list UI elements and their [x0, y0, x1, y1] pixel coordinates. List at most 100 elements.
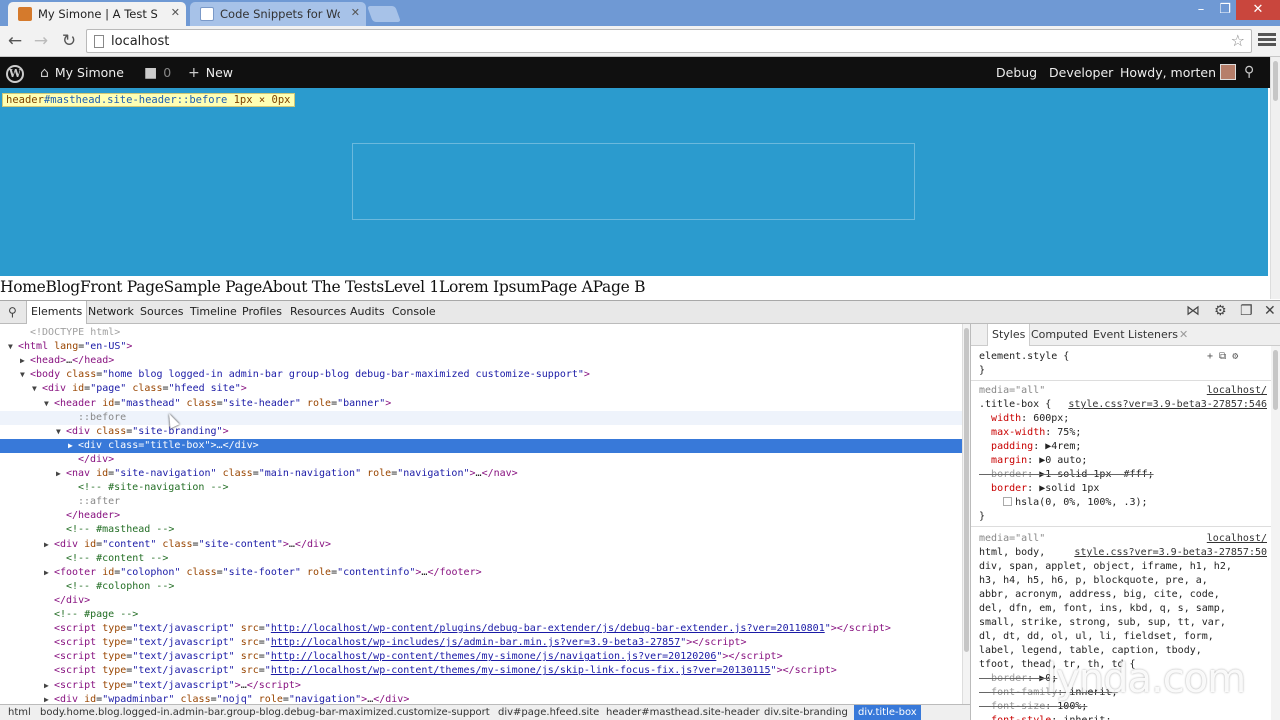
close-icon[interactable]: ✕: [171, 6, 180, 19]
dom-node[interactable]: </div>: [0, 594, 962, 608]
admin-bar-account[interactable]: Howdy, morten: [1120, 57, 1237, 88]
breadcrumb-item[interactable]: html: [4, 705, 35, 720]
elements-scrollbar[interactable]: [962, 324, 970, 704]
site-nav-item[interactable]: Home: [0, 278, 46, 296]
site-nav-item[interactable]: Page B: [593, 278, 646, 296]
elements-tree[interactable]: <!DOCTYPE html> ▼ <html lang="en-US"> ▶ <hea…: [0, 324, 962, 704]
dom-node[interactable]: <!-- #content -->: [0, 552, 962, 566]
undock-icon[interactable]: ❐: [1240, 303, 1253, 319]
expand-triangle-icon[interactable]: ▶: [68, 439, 78, 453]
tab-network[interactable]: Network: [84, 301, 138, 324]
site-nav-item[interactable]: Sample Page: [164, 278, 263, 296]
breadcrumb-item[interactable]: div.site-branding: [760, 705, 852, 720]
dom-node[interactable]: <!DOCTYPE html>: [0, 326, 962, 340]
search-icon[interactable]: ⚲: [1244, 57, 1254, 88]
admin-bar-developer[interactable]: Developer: [1049, 57, 1113, 88]
tab-profiles[interactable]: Profiles: [238, 301, 286, 324]
tab-timeline[interactable]: Timeline: [186, 301, 241, 324]
forward-arrow-icon[interactable]: →: [30, 30, 52, 52]
dom-node[interactable]: ▼ <body class="home blog logged-in admin-…: [0, 368, 962, 382]
inspect-search-icon[interactable]: ⚲: [8, 305, 17, 319]
close-icon[interactable]: ✕: [351, 6, 360, 19]
tab-styles[interactable]: Styles: [987, 324, 1031, 346]
dom-node[interactable]: <!-- #page -->: [0, 608, 962, 622]
tab-audits[interactable]: Audits: [346, 301, 389, 324]
dom-node[interactable]: ▼ <header id="masthead" class="site-heade…: [0, 397, 962, 411]
breadcrumb-item[interactable]: div.title-box: [854, 705, 921, 720]
dom-node[interactable]: ▼ <html lang="en-US">: [0, 340, 962, 354]
dom-node[interactable]: </div>: [0, 453, 962, 467]
expand-triangle-icon[interactable]: ▶: [56, 467, 66, 481]
expand-triangle-icon[interactable]: ▶: [44, 538, 54, 552]
dock-toggle-icon[interactable]: ⋈: [1186, 303, 1200, 319]
dom-node[interactable]: ▼ <div id="page" class="hfeed site">: [0, 382, 962, 396]
url-input[interactable]: [111, 32, 1211, 50]
dom-node[interactable]: ::before: [0, 410, 962, 425]
browser-tab-active[interactable]: My Simone | A Test Site fo ✕: [8, 2, 186, 26]
dom-node[interactable]: <script type="text/javascript" src="http…: [0, 622, 962, 636]
dom-node[interactable]: ▶ <footer id="colophon" class="site-foote…: [0, 566, 962, 580]
collapse-triangle-icon[interactable]: ▼: [20, 368, 30, 382]
close-icon[interactable]: ✕: [1264, 303, 1276, 319]
tab-console[interactable]: Console: [388, 301, 440, 324]
expand-triangle-icon[interactable]: ▶: [44, 566, 54, 580]
breadcrumb-item[interactable]: header#masthead.site-header: [602, 705, 764, 720]
expand-triangle-icon[interactable]: ▶: [20, 354, 30, 368]
expand-triangle-icon[interactable]: ▶: [44, 693, 54, 704]
dom-node-selected[interactable]: ▶ <div class="title-box">…</div>: [0, 438, 962, 453]
back-arrow-icon[interactable]: ←: [4, 30, 26, 52]
site-nav-item[interactable]: Blog: [46, 278, 81, 296]
reload-icon[interactable]: ↻: [58, 30, 80, 52]
bookmark-star-icon[interactable]: ☆: [1231, 31, 1245, 50]
collapse-triangle-icon[interactable]: ▼: [44, 397, 54, 411]
dom-node[interactable]: ▶ <script type="text/javascript">…</scrip…: [0, 679, 962, 693]
dom-node[interactable]: <script type="text/javascript" src="http…: [0, 664, 962, 678]
dom-node[interactable]: <!-- #masthead -->: [0, 523, 962, 537]
dom-node[interactable]: <!-- #colophon -->: [0, 580, 962, 594]
dom-node[interactable]: ▶ <div id="content" class="site-content">…: [0, 538, 962, 552]
tab-elements[interactable]: Elements: [26, 301, 88, 324]
breadcrumb-item[interactable]: div#page.hfeed.site: [494, 705, 603, 720]
site-nav-item[interactable]: Lorem Ipsum: [439, 278, 541, 296]
admin-bar-site-name[interactable]: ⌂ My Simone: [40, 57, 124, 88]
site-nav-item[interactable]: About The Tests: [262, 278, 384, 296]
dom-node[interactable]: <script type="text/javascript" src="http…: [0, 650, 962, 664]
site-nav-item[interactable]: Page A: [540, 278, 593, 296]
page-scrollbar[interactable]: [1270, 57, 1280, 299]
browser-tab-inactive[interactable]: Code Snippets for WordPr ✕: [190, 2, 366, 26]
color-swatch-icon[interactable]: [1003, 497, 1013, 506]
admin-bar-debug[interactable]: Debug: [996, 57, 1037, 88]
style-tools-icons[interactable]: + ⧉ ⚙: [1207, 350, 1267, 364]
collapse-triangle-icon[interactable]: ▼: [56, 425, 66, 439]
collapse-triangle-icon[interactable]: ▼: [8, 340, 18, 354]
admin-bar-new[interactable]: + New: [188, 57, 233, 88]
expand-triangle-icon[interactable]: ▶: [44, 679, 54, 693]
gear-icon[interactable]: ⚙: [1214, 303, 1227, 319]
dom-node[interactable]: <!-- #site-navigation -->: [0, 481, 962, 495]
breadcrumb-item[interactable]: body.home.blog.logged-in.admin-bar.group…: [36, 705, 494, 720]
tab-computed[interactable]: Computed: [1027, 324, 1092, 346]
collapse-triangle-icon[interactable]: ▼: [32, 382, 42, 396]
dom-node[interactable]: <script type="text/javascript" src="http…: [0, 636, 962, 650]
minimize-icon[interactable]: –: [1188, 0, 1214, 20]
chrome-menu-icon[interactable]: [1258, 31, 1276, 51]
close-icon[interactable]: ✕: [1175, 324, 1192, 346]
window-close-icon[interactable]: ✕: [1236, 0, 1280, 20]
styles-scrollbar[interactable]: [1271, 346, 1280, 720]
dom-node[interactable]: </header>: [0, 509, 962, 523]
site-nav-item[interactable]: Level 1: [384, 278, 439, 296]
dom-node[interactable]: ▶ <head>…</head>: [0, 354, 962, 368]
dom-node[interactable]: ::after: [0, 495, 962, 509]
dom-node[interactable]: ▼ <div class="site-branding">: [0, 425, 962, 439]
tab-event-listeners[interactable]: Event Listeners: [1089, 324, 1182, 346]
tab-sources[interactable]: Sources: [136, 301, 188, 324]
tab-resources[interactable]: Resources: [286, 301, 350, 324]
new-tab-button[interactable]: [367, 6, 401, 22]
admin-bar-comments[interactable]: ■ 0: [144, 57, 171, 88]
wordpress-logo-icon[interactable]: W: [6, 57, 28, 88]
site-nav-item[interactable]: Front Page: [80, 278, 164, 296]
maximize-icon[interactable]: ❐: [1214, 0, 1236, 20]
dom-node[interactable]: ▶ <div id="wpadminbar" class="nojq" role=…: [0, 693, 962, 704]
address-bar[interactable]: ☆: [86, 29, 1252, 53]
dom-node[interactable]: ▶ <nav id="site-navigation" class="main-n…: [0, 467, 962, 481]
